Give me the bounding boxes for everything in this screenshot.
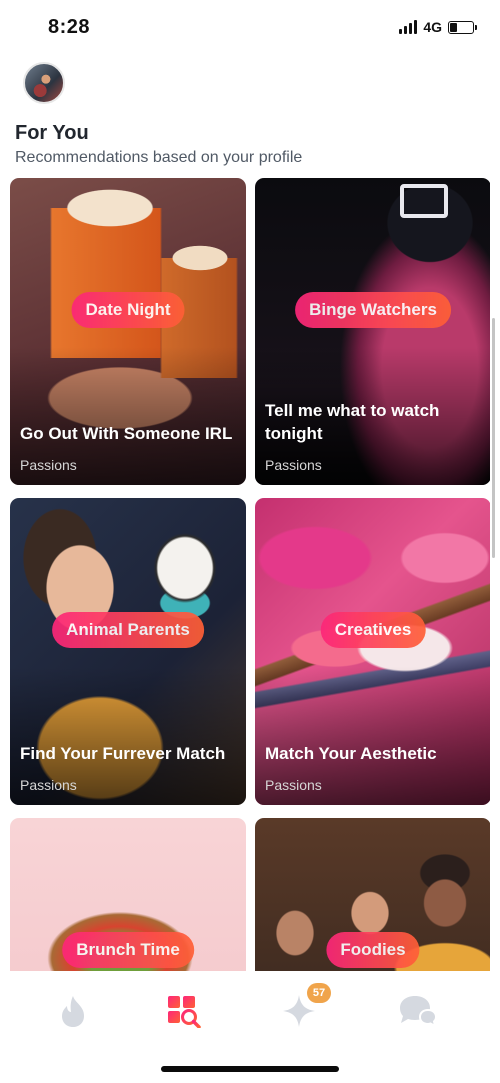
card-title: Find Your Furrever Match [20,744,226,763]
status-time: 8:28 [48,16,91,38]
card-category: Passions [265,777,322,793]
scrollbar[interactable] [492,318,495,558]
signal-icon [399,20,418,34]
home-indicator[interactable] [161,1066,339,1072]
card-tag: Date Night [71,292,185,328]
card-creatives[interactable]: Creatives Match Your Aesthetic Passions [255,498,490,805]
explore-grid-icon [168,996,201,1028]
card-animal-parents[interactable]: Animal Parents Find Your Furrever Match … [10,498,246,805]
card-brunch-time[interactable]: Brunch Time [10,818,246,971]
card-title: Tell me what to watch tonight [265,401,440,443]
card-title: Go Out With Someone IRL [20,424,233,443]
card-title: Match Your Aesthetic [265,744,437,763]
tab-explore[interactable] [162,989,206,1033]
card-tag: Creatives [320,612,426,648]
card-tag: Animal Parents [52,612,204,648]
explore-grid: Date Night Go Out With Someone IRL Passi… [10,178,490,971]
bottom-tab-bar [0,971,500,1056]
network-type: 4G [423,19,442,35]
card-tag: Brunch Time [62,932,194,968]
flame-icon [62,996,84,1027]
status-bar: 8:28 4G [0,0,500,56]
page-title: For You [15,122,89,144]
card-category: Passions [20,457,77,473]
card-foodies[interactable]: Foodies [255,818,490,971]
page-subtitle: Recommendations based on your profile [15,149,303,166]
chat-bubbles-icon [400,996,438,1028]
status-indicators: 4G [399,19,477,35]
profile-avatar[interactable] [23,62,65,104]
notification-badge: 57 [307,983,331,1003]
tab-messages[interactable] [396,989,440,1033]
battery-icon [448,20,477,34]
card-binge-watchers[interactable]: Binge Watchers Tell me what to watch ton… [255,178,490,485]
tab-home[interactable] [51,989,95,1033]
card-tag: Foodies [326,932,420,968]
card-category: Passions [265,457,322,473]
card-category: Passions [20,777,77,793]
card-date-night[interactable]: Date Night Go Out With Someone IRL Passi… [10,178,246,485]
card-tag: Binge Watchers [295,292,451,328]
